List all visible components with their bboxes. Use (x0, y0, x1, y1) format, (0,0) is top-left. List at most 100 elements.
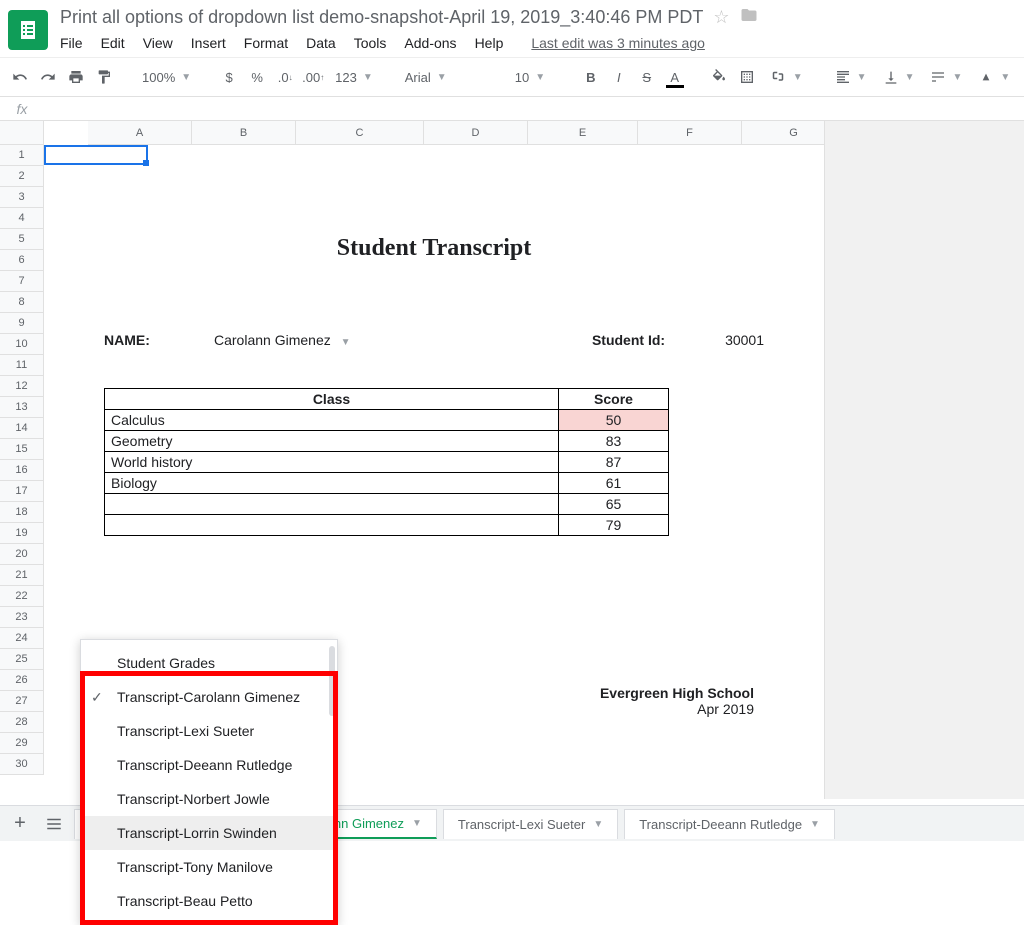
menu-help[interactable]: Help (475, 35, 504, 51)
menu-insert[interactable]: Insert (191, 35, 226, 51)
menu-tools[interactable]: Tools (354, 35, 387, 51)
borders-button[interactable] (735, 64, 759, 90)
col-header-B[interactable]: B (192, 121, 296, 144)
strike-button[interactable]: S (635, 64, 659, 90)
row-header-16[interactable]: 16 (0, 460, 43, 481)
chevron-down-icon[interactable]: ▼ (810, 819, 820, 830)
row-header-24[interactable]: 24 (0, 628, 43, 649)
font-select[interactable]: Arial▼ (399, 64, 489, 90)
menu-view[interactable]: View (143, 35, 173, 51)
name-dropdown[interactable]: Carolann Gimenez ▼ (214, 332, 404, 348)
grades-table: Class Score Calculus50Geometry83World hi… (104, 388, 669, 536)
sheet-menu-item[interactable]: Transcript-Lorrin Swinden (81, 816, 337, 850)
menu-edit[interactable]: Edit (101, 35, 125, 51)
italic-button[interactable]: I (607, 64, 631, 90)
sheet-menu-label: Transcript-Tony Manilove (117, 859, 273, 875)
halign-button[interactable]: ▼ (829, 64, 873, 90)
sheet-menu-item[interactable]: Transcript-Norbert Jowle (81, 782, 337, 816)
class-header: Class (105, 389, 559, 410)
sheet-menu-item[interactable]: Transcript-Deeann Rutledge (81, 748, 337, 782)
redo-button[interactable] (36, 64, 60, 90)
row-header-27[interactable]: 27 (0, 691, 43, 712)
sheet-menu-item[interactable]: ✓Transcript-Carolann Gimenez (81, 680, 337, 714)
last-edit-link[interactable]: Last edit was 3 minutes ago (531, 35, 705, 51)
row-header-4[interactable]: 4 (0, 208, 43, 229)
row-header-18[interactable]: 18 (0, 502, 43, 523)
class-cell (105, 494, 559, 515)
tab-label: Transcript-Deeann Rutledge (639, 817, 802, 832)
menu-data[interactable]: Data (306, 35, 336, 51)
row-header-13[interactable]: 13 (0, 397, 43, 418)
menu-addons[interactable]: Add-ons (404, 35, 456, 51)
valign-button[interactable]: ▼ (877, 64, 921, 90)
percent-button[interactable]: % (245, 64, 269, 90)
sheet-menu-item[interactable]: Transcript-Beau Petto (81, 884, 337, 918)
dec-increase-button[interactable]: .00↑ (301, 64, 325, 90)
menu-file[interactable]: File (60, 35, 83, 51)
selected-cell[interactable] (44, 145, 148, 165)
row-header-11[interactable]: 11 (0, 355, 43, 376)
row-header-9[interactable]: 9 (0, 313, 43, 334)
sheet-menu-item[interactable]: Student Grades (81, 646, 337, 680)
bold-button[interactable]: B (579, 64, 603, 90)
chevron-down-icon[interactable]: ▼ (412, 818, 422, 829)
row-header-1[interactable]: 1 (0, 145, 43, 166)
font-size-select[interactable]: 10▼ (509, 64, 559, 90)
undo-button[interactable] (8, 64, 32, 90)
sheets-logo[interactable] (8, 10, 48, 50)
row-header-3[interactable]: 3 (0, 187, 43, 208)
row-header-30[interactable]: 30 (0, 754, 43, 775)
all-sheets-menu[interactable]: Student Grades✓Transcript-Carolann Gimen… (80, 639, 338, 925)
rotate-button[interactable]: ▼ (972, 64, 1016, 90)
dec-decrease-button[interactable]: .0↓ (273, 64, 297, 90)
row-header-14[interactable]: 14 (0, 418, 43, 439)
folder-icon[interactable] (740, 6, 758, 29)
row-header-2[interactable]: 2 (0, 166, 43, 187)
sheet-menu-label: Transcript-Deeann Rutledge (117, 757, 292, 773)
row-header-29[interactable]: 29 (0, 733, 43, 754)
sheet-menu-item[interactable]: Transcript-Tony Manilove (81, 850, 337, 884)
col-header-D[interactable]: D (424, 121, 528, 144)
zoom-select[interactable]: 100%▼ (136, 64, 197, 90)
fill-color-button[interactable] (707, 64, 731, 90)
col-header-C[interactable]: C (296, 121, 424, 144)
doc-title[interactable]: Print all options of dropdown list demo-… (60, 7, 703, 28)
sheet-menu-item[interactable]: Transcript-Lexi Sueter (81, 714, 337, 748)
row-header-15[interactable]: 15 (0, 439, 43, 460)
class-cell (105, 515, 559, 536)
sheet-tab[interactable]: Transcript-Deeann Rutledge ▼ (624, 809, 835, 839)
row-header-8[interactable]: 8 (0, 292, 43, 313)
col-header-E[interactable]: E (528, 121, 638, 144)
row-header-20[interactable]: 20 (0, 544, 43, 565)
select-all-corner[interactable] (0, 121, 44, 145)
row-header-10[interactable]: 10 (0, 334, 43, 355)
star-icon[interactable]: ☆ (713, 7, 729, 28)
print-button[interactable] (64, 64, 88, 90)
text-color-button[interactable]: A (663, 64, 687, 90)
wrap-button[interactable]: ▼ (924, 64, 968, 90)
row-header-23[interactable]: 23 (0, 607, 43, 628)
menu-format[interactable]: Format (244, 35, 288, 51)
row-header-22[interactable]: 22 (0, 586, 43, 607)
merge-button[interactable]: ▼ (763, 64, 809, 90)
paint-format-button[interactable] (92, 64, 116, 90)
row-header-5[interactable]: 5 (0, 229, 43, 250)
all-sheets-button[interactable] (40, 810, 68, 838)
row-header-12[interactable]: 12 (0, 376, 43, 397)
chevron-down-icon[interactable]: ▼ (593, 819, 603, 830)
sheet-tab[interactable]: Transcript-Lexi Sueter▼ (443, 809, 618, 839)
row-header-25[interactable]: 25 (0, 649, 43, 670)
school-date: Apr 2019 (600, 701, 754, 717)
row-header-26[interactable]: 26 (0, 670, 43, 691)
row-header-6[interactable]: 6 (0, 250, 43, 271)
col-header-F[interactable]: F (638, 121, 742, 144)
col-header-A[interactable]: A (88, 121, 192, 144)
row-header-21[interactable]: 21 (0, 565, 43, 586)
number-format-select[interactable]: 123▼ (329, 64, 379, 90)
row-header-28[interactable]: 28 (0, 712, 43, 733)
currency-button[interactable]: $ (217, 64, 241, 90)
row-header-17[interactable]: 17 (0, 481, 43, 502)
add-sheet-button[interactable]: + (6, 810, 34, 838)
row-header-7[interactable]: 7 (0, 271, 43, 292)
row-header-19[interactable]: 19 (0, 523, 43, 544)
